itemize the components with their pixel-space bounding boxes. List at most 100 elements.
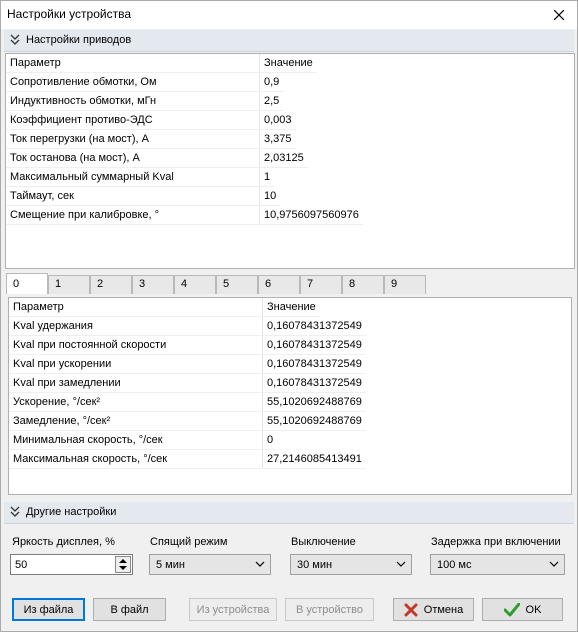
table-row[interactable]: Коэффициент противо-ЭДС 0,003 [6,111,296,130]
brightness-value[interactable]: 50 [15,559,27,571]
param-name: Максимальный суммарный Kval [6,168,260,186]
tab-7[interactable]: 7 [300,275,342,294]
param-name: Замедление, °/сек² [9,412,263,430]
param-value[interactable]: 0,16078431372549 [263,317,366,335]
ok-button[interactable]: OK [482,598,563,621]
table-row[interactable]: Kval при замедлении 0,16078431372549 [9,374,366,393]
param-name: Ускорение, °/сек² [9,393,263,411]
title-bar: Настройки устройства [1,1,577,29]
other-section-title: Другие настройки [26,506,117,518]
cancel-icon [404,603,418,616]
brightness-spinner[interactable]: 50 [10,554,133,575]
table-row[interactable]: Kval удержания 0,16078431372549 [9,317,366,336]
ok-label: OK [525,603,542,616]
param-value[interactable]: 55,1020692488769 [263,412,366,430]
chevron-down-icon [549,561,559,567]
param-name: Минимальная скорость, °/сек [9,431,263,449]
param-value[interactable]: 2,03125 [260,149,308,167]
check-icon [503,602,520,616]
tab-9[interactable]: 9 [384,275,426,294]
tab-4[interactable]: 4 [174,275,216,294]
tab-0[interactable]: 0 [6,273,48,294]
param-value[interactable]: 0,16078431372549 [263,355,366,373]
table-row[interactable]: Максимальная скорость, °/сек 27,214608541… [9,450,366,469]
table-row[interactable]: Ток перегрузки (на мост), А 3,375 [6,130,296,149]
table-row[interactable]: Минимальная скорость, °/сек 0 [9,431,278,450]
tab-1[interactable]: 1 [48,275,90,294]
close-icon [554,10,564,20]
chevron-down-icon [255,561,265,567]
param-value[interactable]: 3,375 [260,130,296,148]
column-header: Значение [267,301,316,313]
column-header: Значение [264,57,313,69]
table-header: Параметр Значение [9,298,320,317]
drives-table: Параметр Значение Сопротивление обмотки,… [5,53,575,269]
column-header: Параметр [6,54,260,72]
delay-label: Задержка при включении [431,536,561,548]
param-name: Ток перегрузки (на мост), А [6,130,260,148]
drives-section-header[interactable]: Настройки приводов [4,30,574,52]
sleep-label: Спящий режим [150,536,228,548]
close-button[interactable] [547,4,571,26]
param-name: Смещение при калибровке, ° [6,206,260,224]
to-device-button[interactable]: В устройство [285,598,374,621]
from-file-label: Из файла [23,603,74,616]
to-file-label: В файл [110,603,149,616]
tab-2[interactable]: 2 [90,275,132,294]
param-value[interactable]: 27,2146085413491 [263,450,366,468]
column-header: Параметр [9,298,263,316]
table-row[interactable]: Замедление, °/сек² 55,1020692488769 [9,412,366,431]
tab-3[interactable]: 3 [132,275,174,294]
table-row[interactable]: Максимальный суммарный Kval 1 [6,168,275,187]
param-value[interactable]: 0,003 [260,111,296,129]
param-value[interactable]: 2,5 [260,92,283,110]
param-name: Индуктивность обмотки, мГн [6,92,260,110]
collapse-chevron-icon [10,34,20,45]
param-value[interactable]: 0,16078431372549 [263,374,366,392]
window-title: Настройки устройства [7,7,131,21]
table-header: Параметр Значение [6,54,317,73]
param-value[interactable]: 10 [260,187,280,205]
table-row[interactable]: Индуктивность обмотки, мГн 2,5 [6,92,284,111]
brightness-label: Яркость дисплея, % [12,536,115,548]
tab-6[interactable]: 6 [258,275,300,294]
param-name: Максимальная скорость, °/сек [9,450,263,468]
to-file-button[interactable]: В файл [93,598,166,621]
table-row[interactable]: Сопротивление обмотки, Ом 0,9 [6,73,284,92]
param-name: Kval удержания [9,317,263,335]
table-row[interactable]: Ускорение, °/сек² 55,1020692488769 [9,393,366,412]
cancel-button[interactable]: Отмена [393,598,474,621]
param-value[interactable]: 0 [263,431,277,449]
table-row[interactable]: Kval при ускорении 0,16078431372549 [9,355,366,374]
param-value[interactable]: 55,1020692488769 [263,393,366,411]
param-name: Сопротивление обмотки, Ом [6,73,260,91]
sleep-select[interactable]: 5 мин [149,554,271,575]
param-name: Таймаут, сек [6,187,260,205]
chevron-down-icon [396,561,406,567]
sleep-value: 5 мин [156,559,185,571]
from-device-button[interactable]: Из устройства [189,598,277,621]
cancel-label: Отмена [423,603,464,616]
to-device-label: В устройство [295,603,364,616]
spinner-arrows[interactable] [115,556,131,573]
param-value[interactable]: 10,9756097560976 [260,206,363,224]
axis-tabs: 0 1 2 3 4 5 6 7 8 9 [6,273,426,294]
collapse-chevron-icon [10,506,20,517]
param-name: Kval при постоянной скорости [9,336,263,354]
tab-5[interactable]: 5 [216,275,258,294]
param-value[interactable]: 0,16078431372549 [263,336,366,354]
table-row[interactable]: Kval при постоянной скорости 0,1607843137… [9,336,366,355]
from-device-label: Из устройства [196,603,270,616]
other-section-header[interactable]: Другие настройки [4,502,574,524]
table-row[interactable]: Ток останова (на мост), А 2,03125 [6,149,308,168]
device-settings-window: Настройки устройства Настройки приводов … [0,0,578,632]
from-file-button[interactable]: Из файла [12,598,85,621]
off-select[interactable]: 30 мин [290,554,412,575]
table-row[interactable]: Таймаут, сек 10 [6,187,281,206]
table-row[interactable]: Смещение при калибровке, ° 10,97560975609… [6,206,363,225]
delay-select[interactable]: 100 мс [430,554,565,575]
param-value[interactable]: 0,9 [260,73,283,91]
param-value[interactable]: 1 [260,168,274,186]
tab-8[interactable]: 8 [342,275,384,294]
drives-section-title: Настройки приводов [26,34,132,46]
